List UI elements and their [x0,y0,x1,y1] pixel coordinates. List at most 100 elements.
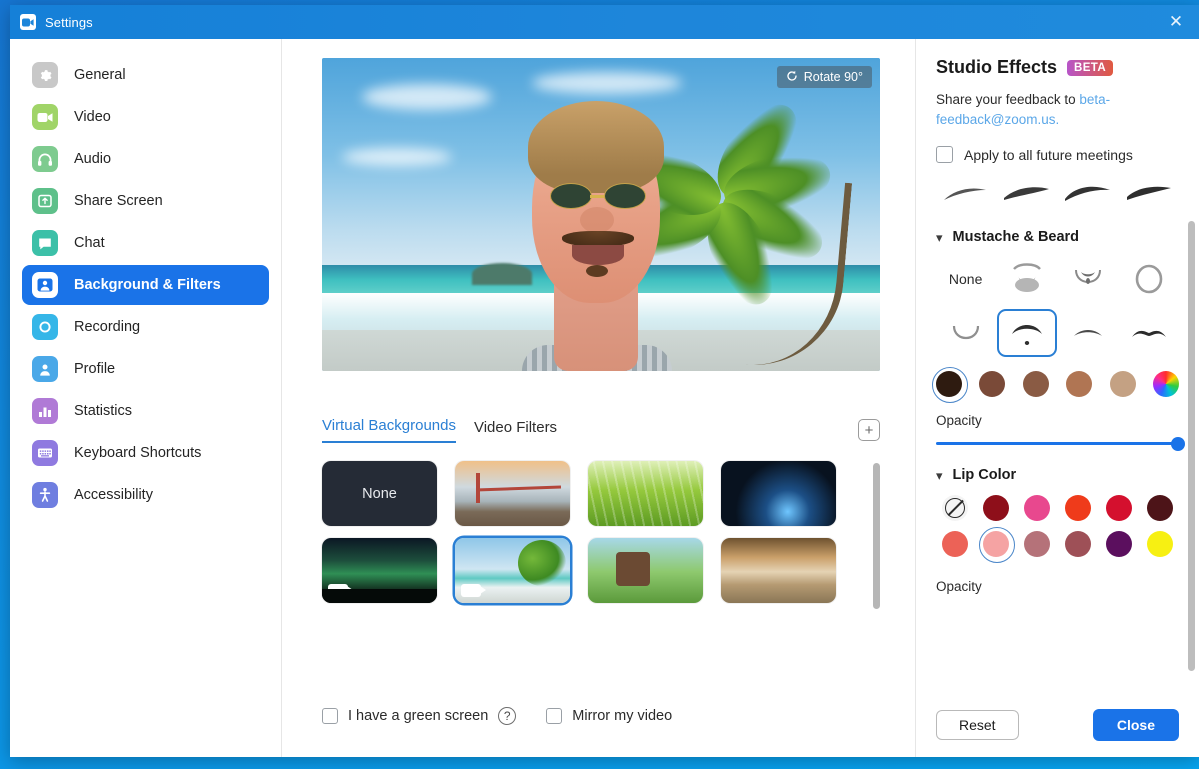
tab-video-filters[interactable]: Video Filters [474,419,557,443]
checkbox-box[interactable] [322,708,338,724]
background-scrollbar[interactable] [873,461,880,609]
scrollbar-thumb[interactable] [1188,221,1195,671]
mustache-option-chin-strap[interactable] [1120,255,1179,303]
lip-color-swatch[interactable] [1023,495,1050,522]
mustache-color-swatch[interactable] [1109,371,1136,398]
background-tile-aurora[interactable] [322,538,437,603]
lip-color-none-swatch[interactable] [941,495,968,522]
sidebar-item-background-and-filters[interactable]: Background & Filters [22,265,269,305]
sidebar-item-video[interactable]: Video [22,97,269,137]
background-tile-earth[interactable] [721,461,836,526]
mirror-video-checkbox[interactable]: Mirror my video [546,708,672,724]
background-grid: None [322,461,855,603]
mustache-option-soul-patch[interactable] [936,309,995,357]
tab-virtual-backgrounds[interactable]: Virtual Backgrounds [322,417,456,443]
accessibility-icon [32,482,58,508]
mustache-opacity-slider[interactable] [936,436,1185,451]
background-tile-beach[interactable] [455,538,570,603]
lip-color-swatches [936,495,1179,564]
lip-color-swatch[interactable] [1106,495,1133,522]
window-title: Settings [45,14,93,30]
lip-color-swatch[interactable] [1106,531,1133,558]
video-camera-icon [32,104,58,130]
lip-color-swatch[interactable] [1147,531,1174,558]
background-tile-none[interactable]: None [322,461,437,526]
share-screen-icon [32,188,58,214]
apply-to-future-meetings-checkbox[interactable]: Apply to all future meetings [936,146,1179,164]
settings-window: Settings ✕ General Video Audio Share Scr… [10,5,1199,757]
sidebar-item-label: Recording [74,319,141,335]
eyebrow-option-bold[interactable] [1123,181,1175,207]
rotate-90-button[interactable]: Rotate 90° [776,66,872,88]
title-bar: Settings ✕ [10,5,1199,39]
mustache-option-thin-stache[interactable] [1059,309,1118,357]
eyebrow-options-row [936,181,1179,207]
background-tile-game[interactable] [588,538,703,603]
bar-chart-icon [32,398,58,424]
lip-color-section-header[interactable]: ▾ Lip Color [936,467,1179,483]
video-camera-icon [20,14,36,30]
sidebar-item-accessibility[interactable]: Accessibility [22,475,269,515]
mustache-color-swatch[interactable] [932,367,968,404]
lip-color-swatch[interactable] [1023,531,1050,558]
background-tile-grass[interactable] [588,461,703,526]
green-screen-checkbox[interactable]: I have a green screen [322,708,488,724]
lip-color-swatch[interactable] [982,495,1009,522]
lip-color-swatch[interactable] [941,531,968,558]
lip-color-swatch[interactable] [1065,531,1092,558]
slider-knob[interactable] [1171,436,1185,451]
sidebar-item-keyboard-shortcuts[interactable]: Keyboard Shortcuts [22,433,269,473]
scrollbar-thumb[interactable] [873,463,880,609]
mustache-option-full-beard[interactable] [997,255,1056,303]
close-window-button[interactable]: ✕ [1153,5,1199,39]
sidebar-item-label: Background & Filters [74,277,221,293]
green-screen-label: I have a green screen [348,708,489,724]
lip-color-swatch[interactable] [1147,495,1174,522]
sunglasses [550,183,646,209]
close-button[interactable]: Close [1092,709,1179,741]
studio-effects-scroll-area: Studio Effects BETA Share your feedback … [916,39,1199,705]
person-icon [32,356,58,382]
studio-effects-panel: Studio Effects BETA Share your feedback … [915,39,1199,757]
mustache-option-goatee[interactable] [1059,255,1118,303]
mustache-color-swatch[interactable] [1066,371,1093,398]
sidebar-item-share-screen[interactable]: Share Screen [22,181,269,221]
reset-button[interactable]: Reset [936,710,1019,740]
background-tile-golden-gate-bridge[interactable] [455,461,570,526]
person-frame-icon [32,272,58,298]
sidebar-item-recording[interactable]: Recording [22,307,269,347]
sidebar-item-general[interactable]: General [22,55,269,95]
eyebrow-option-thin[interactable] [940,181,992,207]
background-tile-lobby[interactable] [721,538,836,603]
mustache-option-handlebar[interactable] [997,309,1057,358]
sidebar-item-statistics[interactable]: Statistics [22,391,269,431]
feedback-prefix: Share your feedback to [936,92,1080,107]
chat-bubble-icon [32,230,58,256]
mustache-option-none[interactable]: None [936,255,995,303]
sidebar-item-label: Keyboard Shortcuts [74,445,202,461]
lip-color-swatch[interactable] [1065,495,1092,522]
cloud-shape [342,148,452,166]
mustache-color-swatch[interactable] [1022,371,1049,398]
checkbox-box[interactable] [546,708,563,724]
add-background-button[interactable]: + [858,419,880,441]
lip-color-swatch[interactable] [978,527,1015,564]
eyebrow-option-tapered[interactable] [1001,181,1053,207]
eyebrow-option-arched[interactable] [1062,181,1114,207]
sidebar-item-label: Accessibility [74,487,153,503]
question-mark-icon[interactable]: ? [498,707,517,725]
checkbox-box[interactable] [936,146,953,164]
mustache-beard-section-header[interactable]: ▾ Mustache & Beard [936,229,1179,245]
sidebar-item-audio[interactable]: Audio [22,139,269,179]
sidebar-item-chat[interactable]: Chat [22,223,269,263]
mustache-color-swatch[interactable] [979,371,1006,398]
mustache-color-picker-icon[interactable] [1152,371,1179,398]
sidebar-item-label: Audio [74,151,112,167]
mustache-option-wide-stache[interactable] [1120,309,1179,357]
studio-effects-scrollbar[interactable] [1188,221,1195,681]
chevron-down-icon: ▾ [936,467,943,483]
sidebar-item-label: Profile [74,361,116,377]
sidebar-item-profile[interactable]: Profile [22,349,269,389]
window-body: General Video Audio Share Screen Chat Ba… [10,39,1199,757]
mustache-beard-title: Mustache & Beard [952,229,1080,246]
